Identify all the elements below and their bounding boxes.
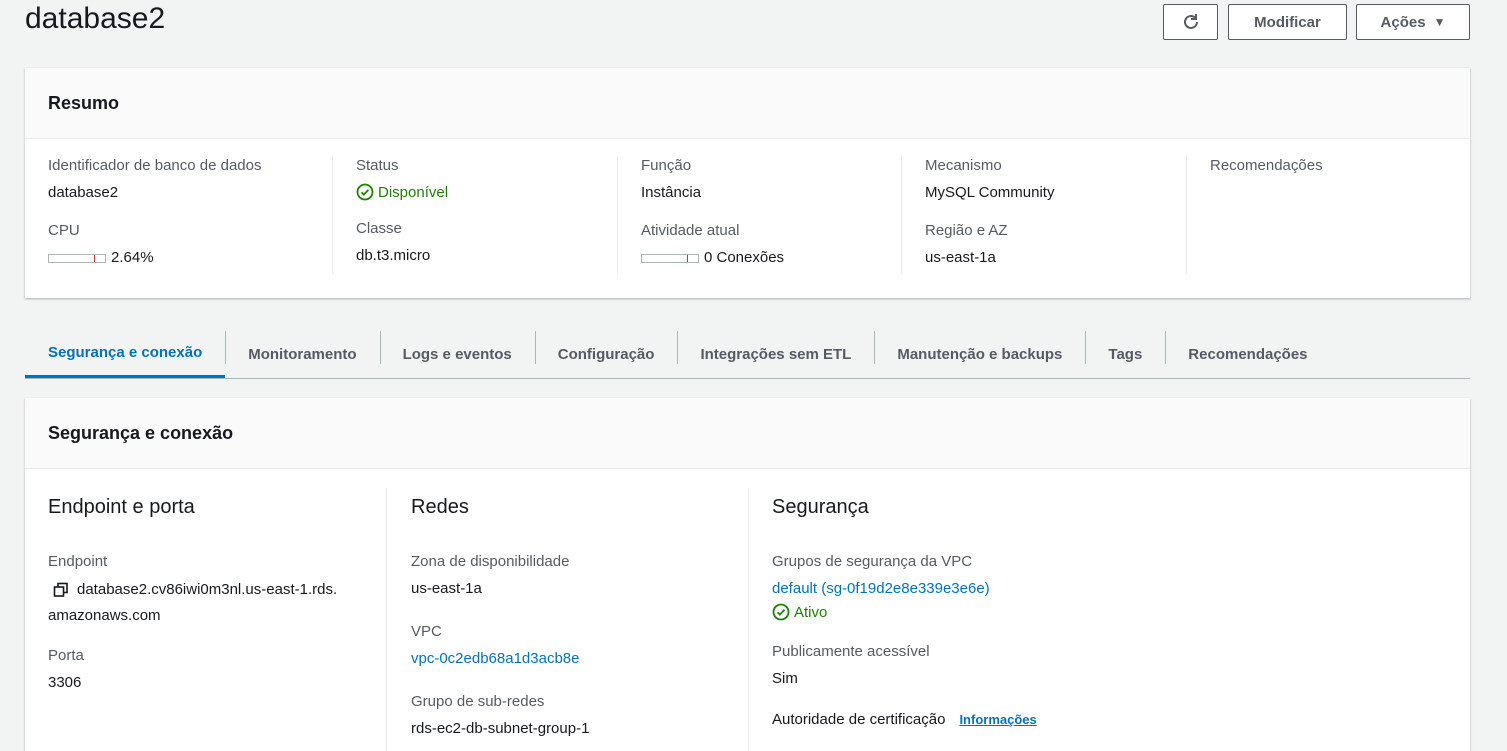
az-label: Zona de disponibilidade: [411, 553, 570, 570]
ca-label: Autoridade de certificação: [772, 711, 946, 728]
ca-info-link[interactable]: Informações: [959, 712, 1036, 727]
public-access-label: Publicamente acessível: [772, 643, 930, 660]
actions-dropdown-button[interactable]: Ações ▼: [1356, 4, 1470, 40]
summary-col-status: Status Disponível Classe db.t3.micro: [332, 156, 617, 274]
status-badge: Disponível: [356, 183, 617, 201]
engine-label: Mecanismo: [925, 157, 1002, 174]
activity-meter-row: 0 Conexões: [641, 248, 902, 268]
summary-col-role: Função Instância Atividade atual 0 Conex…: [617, 156, 902, 274]
subnet-group-label: Grupo de sub-redes: [411, 693, 545, 710]
activity-meter: [641, 253, 699, 263]
activity-value: 0 Conexões: [704, 249, 785, 266]
tab-tags[interactable]: Tags: [1085, 330, 1165, 378]
vpc-link[interactable]: vpc-0c2edb68a1d3acb8e: [411, 650, 579, 667]
security-group-status: Ativo: [772, 603, 1448, 621]
tab-zero-etl-integrations[interactable]: Integrações sem ETL: [677, 330, 874, 378]
class-label: Classe: [356, 220, 402, 237]
identifier-value: database2: [48, 184, 119, 201]
subnet-group-value: rds-ec2-db-subnet-group-1: [411, 720, 590, 737]
summary-header: Resumo: [25, 68, 1470, 139]
network-section-title: Redes: [411, 496, 469, 518]
status-label: Status: [356, 157, 399, 174]
az-value: us-east-1a: [411, 580, 482, 597]
region-value: us-east-1a: [925, 249, 996, 266]
identifier-label: Identificador de banco de dados: [48, 157, 262, 174]
class-value: db.t3.micro: [356, 247, 431, 264]
refresh-icon: [1183, 14, 1198, 29]
security-section-title: Segurança: [772, 496, 869, 518]
security-group-link[interactable]: default (sg-0f19d2e8e339e3e6e): [772, 580, 990, 597]
tab-security-connection[interactable]: Segurança e conexão: [25, 330, 226, 378]
cpu-value: 2.64%: [111, 249, 154, 266]
role-label: Função: [641, 157, 692, 174]
security-connection-title: Segurança e conexão: [48, 422, 234, 443]
summary-title: Resumo: [48, 92, 120, 113]
tab-logs-events[interactable]: Logs e eventos: [379, 330, 535, 378]
recommendations-label: Recomendações: [1210, 157, 1323, 174]
cpu-meter-row: 2.64%: [48, 248, 333, 268]
tab-recommendations[interactable]: Recomendações: [1165, 330, 1330, 378]
endpoint-value-line2: amazonaws.com: [48, 607, 161, 624]
security-groups-label: Grupos de segurança da VPC: [772, 553, 973, 570]
tab-monitoring[interactable]: Monitoramento: [225, 330, 379, 378]
summary-col-identifier: Identificador de banco de dados database…: [48, 156, 333, 274]
detail-tabs: Segurança e conexão Monitoramento Logs e…: [25, 330, 1470, 379]
caret-down-icon: ▼: [1433, 15, 1446, 29]
summary-col-recommendations: Recomendações: [1186, 156, 1456, 274]
endpoint-value-row: database2.cv86iwi0m3nl.us-east-1.rds.: [48, 577, 386, 603]
endpoint-value-line1: database2.cv86iwi0m3nl.us-east-1.rds.: [77, 581, 338, 598]
security-column: Segurança Grupos de segurança da VPC def…: [748, 488, 1448, 751]
endpoint-label: Endpoint: [48, 553, 108, 570]
tab-maintenance-backups[interactable]: Manutenção e backups: [874, 330, 1085, 378]
vpc-label: VPC: [411, 623, 442, 640]
engine-value: MySQL Community: [925, 184, 1055, 201]
security-connection-header: Segurança e conexão: [25, 398, 1470, 469]
refresh-button[interactable]: [1163, 4, 1218, 40]
check-circle-icon: [772, 603, 790, 621]
role-value: Instância: [641, 184, 702, 201]
activity-label: Atividade atual: [641, 222, 740, 239]
endpoint-section-title: Endpoint e porta: [48, 496, 195, 518]
region-label: Região e AZ: [925, 222, 1008, 239]
security-connection-panel: Segurança e conexão Endpoint e porta End…: [25, 398, 1470, 751]
security-group-status-value: Ativo: [794, 603, 828, 621]
actions-label: Ações: [1380, 13, 1426, 31]
summary-col-engine: Mecanismo MySQL Community Região e AZ us…: [901, 156, 1186, 274]
network-column: Redes Zona de disponibilidade us-east-1a…: [386, 488, 748, 751]
summary-panel: Resumo Identificador de banco de dados d…: [25, 68, 1470, 298]
cpu-meter: [48, 253, 106, 263]
tab-configuration[interactable]: Configuração: [534, 330, 678, 378]
port-label: Porta: [48, 647, 84, 664]
page-title: database2: [25, 2, 166, 35]
public-access-value: Sim: [772, 670, 798, 687]
endpoint-port-column: Endpoint e porta Endpoint database2.cv86…: [48, 488, 386, 751]
check-circle-icon: [356, 183, 374, 201]
ca-row: Autoridade de certificação Informações: [772, 710, 1448, 730]
status-value: Disponível: [378, 183, 449, 201]
port-value: 3306: [48, 674, 82, 691]
modify-button[interactable]: Modificar: [1228, 4, 1347, 40]
copy-icon[interactable]: [53, 582, 69, 598]
cpu-label: CPU: [48, 222, 80, 239]
